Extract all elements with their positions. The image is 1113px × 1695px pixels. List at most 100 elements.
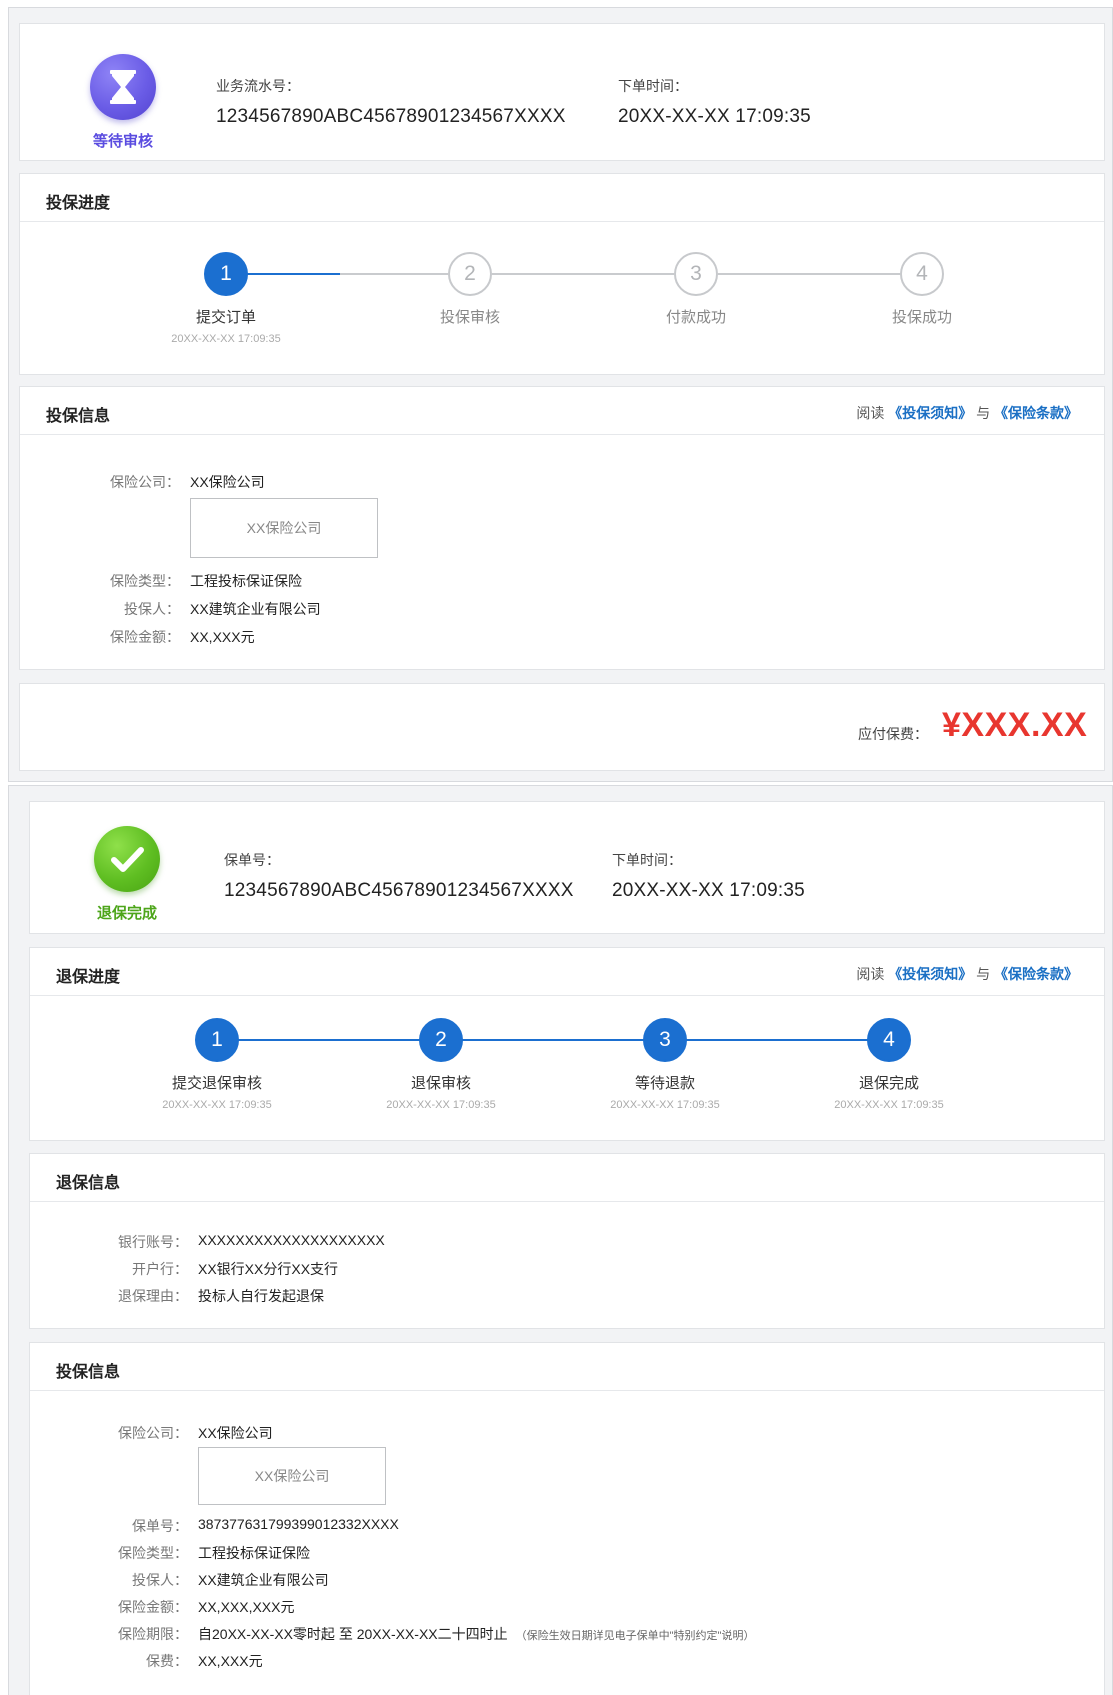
checkmark-icon	[94, 826, 160, 892]
applicant-value: XX建筑企业有限公司	[198, 1572, 329, 1588]
period-value: 自20XX-XX-XX零时起 至 20XX-XX-XX二十四时止	[198, 1626, 508, 1642]
step-awaiting-refund: 3 等待退款 20XX-XX-XX 17:09:35	[565, 1018, 765, 1111]
company-logo: XX保险公司	[190, 498, 378, 558]
company-value: XX保险公司	[190, 474, 265, 490]
step-label: 提交订单	[195, 309, 256, 326]
period-value-wrap: 自20XX-XX-XX零时起 至 20XX-XX-XX二十四时止 （保险生效日期详…	[198, 1624, 754, 1644]
insure-notice-link[interactable]: 《投保须知》	[888, 405, 972, 421]
status-badge: 等待审核	[68, 54, 178, 151]
card-header: 投保信息	[30, 1343, 1104, 1391]
step-label: 投保审核	[439, 309, 500, 326]
step-surrender-complete: 4 退保完成 20XX-XX-XX 17:09:35	[789, 1018, 989, 1111]
step-number: 3	[674, 252, 718, 296]
card-header: 退保信息	[30, 1154, 1104, 1202]
step-label: 退保审核	[410, 1075, 471, 1092]
amount-label: 保险金额：	[118, 1599, 188, 1615]
policy-number-value: 1234567890ABC45678901234567XXXX	[224, 880, 574, 901]
insure-notice-link[interactable]: 《投保须知》	[888, 966, 972, 982]
step-label: 提交退保审核	[171, 1075, 262, 1092]
company-logo: XX保险公司	[198, 1447, 386, 1505]
card-header: 投保进度	[20, 174, 1104, 222]
reason-label: 退保理由：	[118, 1288, 188, 1304]
insure-info-card: 投保信息 阅读 《投保须知》 与 《保险条款》 保险公司： XX保险公司 XX保…	[19, 386, 1105, 670]
step-number: 2	[419, 1018, 463, 1062]
step-insure-success: 4 投保成功	[822, 252, 1022, 327]
bank-account-label: 银行账号：	[118, 1234, 188, 1250]
read-and: 与	[976, 966, 991, 982]
bank-branch-label: 开户行：	[132, 1261, 188, 1277]
order-time-value: 20XX-XX-XX 17:09:35	[618, 106, 811, 127]
payment-card: 应付保费： ¥XXX.XX	[19, 683, 1105, 771]
step-number: 1	[195, 1018, 239, 1062]
card-header: 退保进度 阅读 《投保须知》 与 《保险条款》	[30, 948, 1104, 996]
order-status-card: 等待审核 业务流水号： 1234567890ABC45678901234567X…	[19, 23, 1105, 161]
type-value: 工程投标保证保险	[190, 573, 302, 589]
applicant-value: XX建筑企业有限公司	[190, 601, 321, 617]
step-surrender-review: 2 退保审核 20XX-XX-XX 17:09:35	[341, 1018, 541, 1111]
payable-premium-amount: ¥XXX.XX	[942, 706, 1088, 744]
card-header: 投保信息 阅读 《投保须知》 与 《保险条款》	[20, 387, 1104, 435]
policy-number-label: 保单号：	[224, 852, 280, 868]
amount-value: XX,XXX元	[190, 629, 255, 645]
step-submit-order: 1 提交订单 20XX-XX-XX 17:09:35	[126, 252, 326, 345]
order-time-field: 下单时间： 20XX-XX-XX 17:09:35	[618, 76, 811, 128]
order-time-label: 下单时间：	[612, 852, 682, 868]
insurance-terms-link[interactable]: 《保险条款》	[994, 966, 1078, 982]
step-insure-review: 2 投保审核	[370, 252, 570, 327]
bank-account-value: XXXXXXXXXXXXXXXXXXXX	[198, 1232, 385, 1248]
serial-number-field: 业务流水号： 1234567890ABC45678901234567XXXX	[216, 76, 566, 128]
insure-info-card: 投保信息 保险公司： XX保险公司 XX保险公司 保单号： 3873776317…	[29, 1342, 1105, 1695]
step-submit-surrender: 1 提交退保审核 20XX-XX-XX 17:09:35	[117, 1018, 317, 1111]
step-time: 20XX-XX-XX 17:09:35	[386, 1099, 496, 1111]
type-label: 保险类型：	[118, 1545, 188, 1561]
reason-value: 投标人自行发起退保	[198, 1288, 324, 1304]
hourglass-icon	[90, 54, 156, 120]
step-label: 投保成功	[891, 309, 952, 326]
step-time: 20XX-XX-XX 17:09:35	[171, 333, 281, 345]
read-links: 阅读 《投保须知》 与 《保险条款》	[856, 403, 1078, 423]
card-title: 退保信息	[56, 1175, 121, 1192]
surrender-status-card: 退保完成 保单号： 1234567890ABC45678901234567XXX…	[29, 801, 1105, 934]
step-number: 1	[204, 252, 248, 296]
read-prefix: 阅读	[856, 966, 885, 982]
read-links: 阅读 《投保须知》 与 《保险条款》	[856, 964, 1078, 984]
bank-branch-value: XX银行XX分行XX支行	[198, 1261, 339, 1277]
company-label: 保险公司：	[110, 474, 180, 490]
amount-label: 保险金额：	[110, 629, 180, 645]
order-pending-panel: 等待审核 业务流水号： 1234567890ABC45678901234567X…	[8, 7, 1113, 782]
type-label: 保险类型：	[110, 573, 180, 589]
premium-value: XX,XXX元	[198, 1653, 263, 1669]
status-label: 等待审核	[92, 133, 153, 150]
order-time-value: 20XX-XX-XX 17:09:35	[612, 880, 805, 901]
step-label: 退保完成	[858, 1075, 919, 1092]
card-title: 退保进度	[56, 969, 121, 986]
step-number: 3	[643, 1018, 687, 1062]
type-value: 工程投标保证保险	[198, 1545, 310, 1561]
order-time-field: 下单时间： 20XX-XX-XX 17:09:35	[612, 850, 805, 902]
period-label: 保险期限：	[118, 1626, 188, 1642]
policy-label: 保单号：	[132, 1518, 188, 1534]
step-time: 20XX-XX-XX 17:09:35	[834, 1099, 944, 1111]
status-label: 退保完成	[96, 905, 157, 922]
serial-number-value: 1234567890ABC45678901234567XXXX	[216, 106, 566, 127]
surrender-info-card: 退保信息 银行账号： XXXXXXXXXXXXXXXXXXXX 开户行： XX银…	[29, 1153, 1105, 1329]
payable-premium-label: 应付保费：	[858, 726, 928, 742]
card-title: 投保信息	[56, 1364, 121, 1381]
company-label: 保险公司：	[118, 1425, 188, 1441]
premium-label: 保费：	[146, 1653, 188, 1669]
applicant-label: 投保人：	[124, 601, 180, 617]
surrender-complete-panel: 退保完成 保单号： 1234567890ABC45678901234567XXX…	[8, 785, 1113, 1695]
status-badge: 退保完成	[72, 826, 182, 923]
card-title: 投保进度	[46, 195, 111, 212]
policy-number-field: 保单号： 1234567890ABC45678901234567XXXX	[224, 850, 574, 902]
applicant-label: 投保人：	[132, 1572, 188, 1588]
surrender-progress-card: 退保进度 阅读 《投保须知》 与 《保险条款》 1 提交退保审核 20XX-XX…	[29, 947, 1105, 1141]
read-prefix: 阅读	[856, 405, 885, 421]
insure-progress-card: 投保进度 1 提交订单 20XX-XX-XX 17:09:35 2 投保审核 3…	[19, 173, 1105, 375]
serial-number-label: 业务流水号：	[216, 78, 300, 94]
period-note: （保险生效日期详见电子保单中"特别约定"说明）	[515, 1630, 755, 1642]
order-time-label: 下单时间：	[618, 78, 688, 94]
insurance-terms-link[interactable]: 《保险条款》	[994, 405, 1078, 421]
step-time: 20XX-XX-XX 17:09:35	[610, 1099, 720, 1111]
read-and: 与	[976, 405, 991, 421]
